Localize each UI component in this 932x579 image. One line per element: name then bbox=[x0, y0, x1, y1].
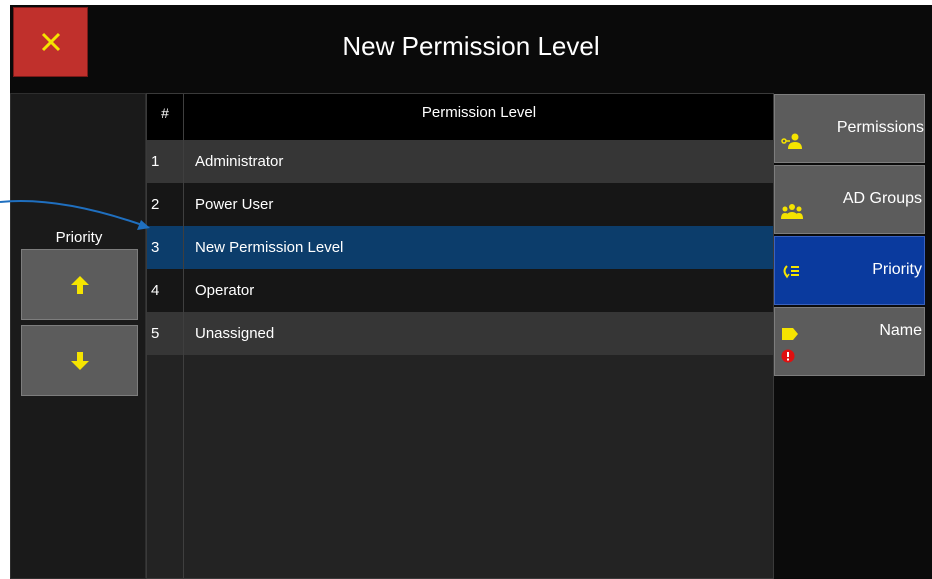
nav-ad-groups-button[interactable]: AD Groups bbox=[774, 165, 925, 234]
move-up-button[interactable] bbox=[21, 249, 138, 320]
move-down-button[interactable] bbox=[21, 325, 138, 396]
error-icon bbox=[781, 349, 795, 363]
nav-ad-groups-label: AD Groups bbox=[842, 190, 922, 207]
table-header: # Permission Level bbox=[147, 94, 773, 140]
priority-panel: Priority bbox=[10, 93, 146, 579]
dialog-title: New Permission Level bbox=[342, 31, 600, 61]
table-row[interactable]: 4 Operator bbox=[147, 269, 773, 312]
row-permission-level: Administrator bbox=[195, 153, 284, 170]
row-permission-level: Unassigned bbox=[195, 325, 275, 342]
row-permission-level: New Permission Level bbox=[195, 239, 344, 256]
table-row[interactable]: 2 Power User bbox=[147, 183, 773, 226]
row-permission-level: Operator bbox=[195, 282, 255, 299]
nav-name-label: Name bbox=[879, 322, 922, 339]
table-row[interactable]: 5 Unassigned bbox=[147, 312, 773, 355]
priority-label: Priority bbox=[55, 229, 103, 246]
user-group-icon bbox=[781, 204, 803, 219]
tag-icon bbox=[782, 328, 798, 340]
side-navigation: Permissions AD Groups Priority Name bbox=[774, 93, 932, 579]
column-divider bbox=[183, 94, 184, 578]
nav-priority-label: Priority bbox=[872, 261, 922, 278]
dialog-header: New Permission Level bbox=[10, 5, 932, 93]
table-row-selected[interactable]: 3 New Permission Level bbox=[147, 226, 773, 269]
column-header-number[interactable]: # bbox=[147, 94, 183, 140]
row-number: 2 bbox=[151, 196, 160, 213]
row-number: 5 bbox=[151, 325, 160, 342]
nav-permissions-button[interactable]: Permissions bbox=[774, 94, 925, 163]
row-permission-level: Power User bbox=[195, 196, 274, 213]
priority-list-icon bbox=[783, 265, 799, 279]
table-row[interactable]: 1 Administrator bbox=[147, 140, 773, 183]
row-number: 1 bbox=[151, 153, 160, 170]
nav-permissions-label: Permissions bbox=[836, 119, 924, 136]
row-number: 4 bbox=[151, 282, 160, 299]
row-number: 3 bbox=[151, 239, 160, 256]
column-header-permission-level[interactable]: Permission Level bbox=[183, 94, 773, 140]
arrow-down-icon bbox=[70, 351, 89, 370]
nav-priority-button[interactable]: Priority bbox=[774, 236, 925, 305]
user-key-icon bbox=[781, 133, 802, 149]
arrow-up-icon bbox=[70, 275, 89, 294]
permission-level-table: # Permission Level 1 Administrator 2 Pow… bbox=[146, 93, 774, 579]
dialog-window: New Permission Level Priority # Permissi… bbox=[10, 5, 932, 579]
nav-name-button[interactable]: Name bbox=[774, 307, 925, 376]
